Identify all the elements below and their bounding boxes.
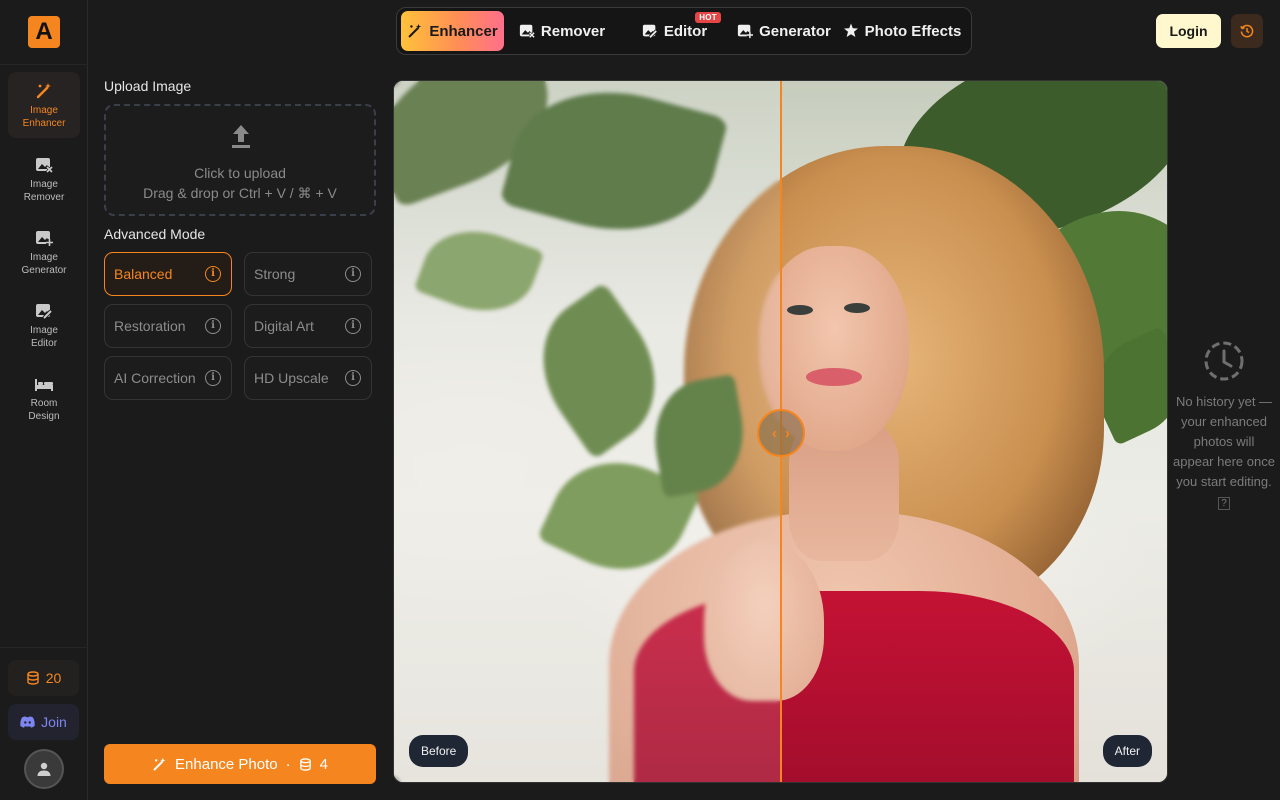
magic-wand-icon [408, 23, 422, 38]
logo-letter: A [35, 18, 53, 45]
after-label: After [1102, 735, 1152, 767]
mode-restoration-button[interactable]: Restoration i [104, 304, 232, 348]
tab-generator[interactable]: Generator [729, 11, 839, 51]
mode-hd-upscale-button[interactable]: HD Upscale i [244, 356, 372, 400]
join-label: Join [41, 714, 67, 730]
history-empty-text: No history yet — your enhanced photos wi… [1173, 394, 1275, 489]
tab-label: Editor [663, 22, 708, 40]
mode-digital-art-button[interactable]: Digital Art i [244, 304, 372, 348]
image-add-icon [738, 24, 754, 39]
mode-label: Balanced [114, 266, 173, 282]
mode-label: Strong [254, 266, 296, 282]
photo-subject-eye [787, 305, 813, 315]
mode-label: Digital Art [254, 318, 314, 334]
chevron-left-icon: ‹ [772, 424, 777, 442]
credits-balance-button[interactable]: 20 [8, 660, 79, 696]
history-icon [1240, 24, 1254, 38]
sidebar-divider [0, 64, 88, 65]
user-icon [37, 762, 51, 776]
comparison-slider-handle[interactable]: ‹ › [757, 409, 805, 457]
join-discord-button[interactable]: Join [8, 704, 79, 740]
history-button[interactable] [1231, 14, 1263, 48]
clock-icon [1204, 341, 1244, 381]
sidebar: A Image Enhancer Image Remover Image Gen… [0, 0, 88, 800]
mode-label: HD Upscale [254, 370, 329, 386]
image-edit-icon [642, 24, 658, 39]
history-empty-state: No history yet — your enhanced photos wi… [1172, 340, 1276, 514]
tab-label: Photo Effects [864, 22, 962, 40]
tab-editor[interactable]: Editor HOT [620, 11, 729, 51]
sidebar-item-label-2: Design [28, 411, 60, 422]
magic-wand-icon [36, 83, 51, 99]
tab-photo-effects[interactable]: Photo Effects [839, 11, 965, 51]
sidebar-divider [0, 647, 88, 648]
mode-strong-button[interactable]: Strong i [244, 252, 372, 296]
user-avatar-button[interactable] [24, 749, 64, 789]
photo-subject-lips [806, 368, 862, 386]
mode-label: AI Correction [114, 370, 196, 386]
image-remove-icon [36, 158, 53, 174]
sidebar-item-label-1: Image [30, 325, 58, 336]
upload-hint: Drag & drop or Ctrl + V / ⌘ + V [143, 185, 337, 201]
coins-icon [299, 757, 311, 771]
tab-label: Remover [540, 22, 606, 40]
info-icon[interactable]: i [205, 370, 221, 386]
sidebar-item-label-1: Room [30, 398, 58, 409]
sidebar-item-label-2: Enhancer [22, 118, 66, 129]
history-empty-suffix: ? [1218, 497, 1230, 510]
enhance-label: Enhance Photo [175, 755, 278, 773]
app-logo[interactable]: A [28, 16, 60, 48]
image-remove-icon [519, 24, 535, 39]
enhance-separator: · [285, 755, 291, 773]
photo-subject-eye [844, 303, 870, 313]
advanced-mode-title: Advanced Mode [104, 226, 206, 242]
sidebar-item-image-enhancer[interactable]: Image Enhancer [8, 72, 80, 138]
upload-dropzone[interactable]: Click to upload Drag & drop or Ctrl + V … [104, 104, 376, 216]
tab-enhancer[interactable]: Enhancer [401, 11, 504, 51]
discord-icon [20, 716, 35, 728]
sparkle-icon [843, 23, 858, 37]
sidebar-item-room-design[interactable]: Room Design [8, 365, 80, 431]
coins-icon [27, 671, 39, 685]
top-tab-bar: Enhancer Remover Editor HOT Generator Ph… [396, 7, 972, 55]
upload-instruction: Click to upload [194, 165, 286, 181]
mode-balanced-button[interactable]: Balanced i [104, 252, 232, 296]
bed-icon [35, 379, 53, 391]
sidebar-item-image-remover[interactable]: Image Remover [8, 146, 80, 212]
login-button[interactable]: Login [1156, 14, 1221, 48]
info-icon[interactable]: i [345, 266, 361, 282]
image-add-icon [36, 231, 53, 246]
before-overlay [394, 81, 780, 782]
sidebar-item-label-2: Generator [21, 265, 67, 276]
enhance-photo-button[interactable]: Enhance Photo · 4 [104, 744, 376, 784]
sidebar-item-image-generator[interactable]: Image Generator [8, 219, 80, 285]
sidebar-item-label-1: Image [30, 252, 58, 263]
tab-label: Enhancer [429, 22, 498, 40]
mode-ai-correction-button[interactable]: AI Correction i [104, 356, 232, 400]
sidebar-item-label-1: Image [30, 179, 58, 190]
comparison-canvas[interactable]: ‹ › Before After [393, 80, 1168, 783]
enhance-cost: 4 [319, 755, 328, 773]
upload-icon [232, 125, 250, 148]
sidebar-item-label-2: Remover [23, 192, 65, 203]
upload-section-title: Upload Image [104, 78, 192, 94]
sidebar-item-label-2: Editor [30, 338, 58, 349]
info-icon[interactable]: i [345, 370, 361, 386]
sidebar-item-label-1: Image [30, 105, 58, 116]
sidebar-item-image-editor[interactable]: Image Editor [8, 292, 80, 358]
before-label: Before [409, 735, 469, 767]
chevron-right-icon: › [785, 424, 790, 442]
mode-label: Restoration [114, 318, 186, 334]
info-icon[interactable]: i [205, 266, 221, 282]
info-icon[interactable]: i [345, 318, 361, 334]
hot-badge: HOT [695, 12, 721, 23]
credits-count: 20 [45, 670, 62, 686]
magic-wand-icon [153, 757, 166, 770]
tab-remover[interactable]: Remover [504, 11, 620, 51]
tab-label: Generator [759, 22, 831, 40]
info-icon[interactable]: i [205, 318, 221, 334]
image-edit-icon [36, 304, 53, 320]
